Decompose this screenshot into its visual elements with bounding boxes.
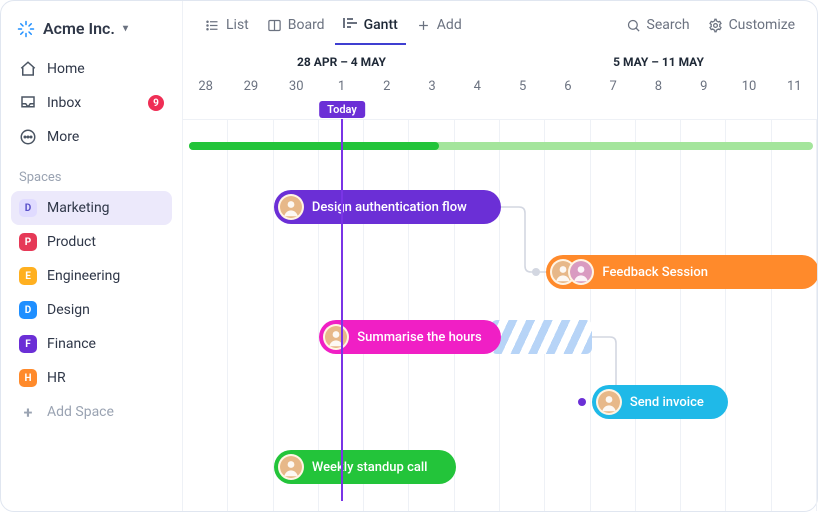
day-column-header: 3 [409, 73, 454, 100]
day-column-header: 10 [726, 73, 771, 100]
gear-icon [708, 18, 723, 33]
view-board[interactable]: Board [259, 11, 333, 45]
task-label: Design authentication flow [312, 200, 467, 215]
day-column-header: 11 [772, 73, 817, 100]
dependency-endpoint [532, 268, 540, 276]
nav-label: Inbox [47, 95, 81, 111]
sidebar-space-finance[interactable]: F Finance [11, 327, 172, 361]
space-color-icon: D [19, 301, 37, 319]
today-line [341, 119, 343, 501]
gantt-task-auth[interactable]: Design authentication flow [274, 190, 501, 224]
search-icon [626, 18, 641, 33]
dependency-endpoint [578, 398, 586, 406]
space-label: Finance [47, 336, 96, 352]
assignee-avatar [278, 454, 304, 480]
space-label: Marketing [47, 200, 110, 216]
day-column-header: 8 [636, 73, 681, 100]
today-marker: Today [319, 101, 365, 118]
gantt-task-invoice[interactable]: Send invoice [592, 385, 728, 419]
gantt-task-standup[interactable]: Weekly standup call [274, 450, 456, 484]
nav-inbox[interactable]: Inbox 9 [11, 86, 172, 120]
week-label: 28 APR – 4 MAY [183, 45, 500, 73]
day-column-header: 7 [591, 73, 636, 100]
nav-label: Home [47, 61, 85, 77]
view-toolbar: List Board Gantt Add Search Customize [183, 1, 817, 45]
gantt-task-hours[interactable]: Summarise the hours [319, 320, 501, 354]
progress-fill [189, 142, 439, 150]
inbox-icon [19, 94, 37, 112]
space-label: HR [47, 370, 66, 386]
assignee-avatar [568, 259, 594, 285]
view-gantt[interactable]: Gantt [335, 11, 406, 45]
day-column-header: 9 [681, 73, 726, 100]
space-color-icon: F [19, 335, 37, 353]
week-label: 5 MAY – 11 MAY [500, 45, 817, 73]
space-color-icon: P [19, 233, 37, 251]
sidebar-space-product[interactable]: P Product [11, 225, 172, 259]
home-icon [19, 60, 37, 78]
inbox-badge: 9 [148, 95, 164, 111]
workspace-name: Acme Inc. [43, 19, 115, 38]
plus-icon [416, 18, 431, 33]
nav-home[interactable]: Home [11, 52, 172, 86]
space-color-icon: H [19, 369, 37, 387]
board-icon [267, 18, 282, 33]
add-space-label: Add Space [47, 404, 114, 420]
spaces-section-label: Spaces [11, 154, 172, 191]
nav-label: More [47, 129, 79, 145]
day-column-header: 28 [183, 73, 228, 100]
sidebar-space-hr[interactable]: H HR [11, 361, 172, 395]
workspace-logo-icon [17, 20, 35, 38]
space-color-icon: E [19, 267, 37, 285]
space-color-icon: D [19, 199, 37, 217]
add-space-button[interactable]: + Add Space [11, 395, 172, 429]
search-button[interactable]: Search [618, 11, 698, 45]
nav-more[interactable]: More [11, 120, 172, 154]
customize-button[interactable]: Customize [700, 11, 803, 45]
space-label: Engineering [47, 268, 120, 284]
day-column-header: 30 [274, 73, 319, 100]
task-label: Summarise the hours [357, 330, 481, 345]
sidebar-space-design[interactable]: D Design [11, 293, 172, 327]
task-buffer [491, 320, 592, 354]
view-list[interactable]: List [197, 11, 257, 45]
gantt-icon [343, 18, 358, 33]
task-label: Send invoice [630, 395, 704, 410]
day-column-header: 29 [228, 73, 273, 100]
add-view[interactable]: Add [408, 11, 470, 45]
list-icon [205, 18, 220, 33]
assignee-avatar [323, 324, 349, 350]
day-column-header: 1 [319, 73, 364, 100]
chevron-down-icon: ▾ [123, 23, 128, 34]
sidebar-space-marketing[interactable]: D Marketing [11, 191, 172, 225]
day-column-header: 4 [455, 73, 500, 100]
sidebar-space-engineering[interactable]: E Engineering [11, 259, 172, 293]
assignee-avatar [278, 194, 304, 220]
gantt-task-feedback[interactable]: Feedback Session [546, 255, 817, 289]
workspace-switcher[interactable]: Acme Inc. ▾ [11, 13, 172, 52]
day-column-header: 2 [364, 73, 409, 100]
space-label: Design [47, 302, 90, 318]
gantt-timeline[interactable]: 28 APR – 4 MAY 5 MAY – 11 MAY 2829301234… [183, 45, 817, 511]
more-icon [19, 128, 37, 146]
plus-icon: + [19, 403, 37, 421]
task-label: Feedback Session [602, 265, 708, 280]
space-label: Product [47, 234, 96, 250]
task-label: Weekly standup call [312, 460, 428, 475]
day-column-header: 6 [545, 73, 590, 100]
assignee-avatar [596, 389, 622, 415]
day-column-header: 5 [500, 73, 545, 100]
